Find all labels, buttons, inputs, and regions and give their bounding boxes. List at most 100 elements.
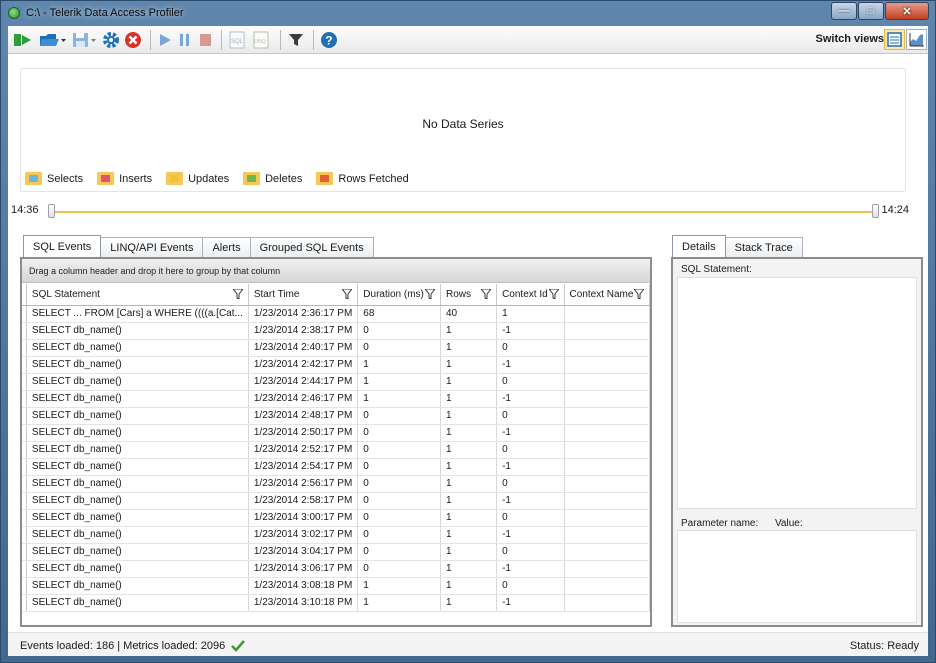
- column-filter-icon[interactable]: [232, 289, 243, 300]
- cell-context-id: -1: [496, 594, 565, 612]
- table-row[interactable]: SELECT db_name() 1/23/2014 3:06:17 PM 0 1 -1: [22, 560, 651, 578]
- column-header-rows[interactable]: Rows: [440, 284, 498, 306]
- cell-start-time: 1/23/2014 3:08:18 PM: [248, 577, 359, 595]
- timeline-track[interactable]: [50, 211, 876, 213]
- timeline-start-handle[interactable]: [48, 204, 55, 218]
- column-filter-icon[interactable]: [481, 289, 492, 300]
- tab-stack-trace[interactable]: Stack Trace: [724, 237, 803, 257]
- column-header-start-time[interactable]: Start Time: [248, 284, 359, 306]
- column-header-label: Rows: [445, 288, 471, 300]
- svg-text:?: ?: [325, 33, 332, 47]
- table-row[interactable]: SELECT db_name() 1/23/2014 3:02:17 PM 0 1 -1: [22, 526, 651, 544]
- group-by-panel[interactable]: Drag a column header and drop it here to…: [22, 259, 650, 283]
- cell-start-time: 1/23/2014 3:04:17 PM: [248, 543, 359, 561]
- play-button[interactable]: [156, 29, 174, 51]
- column-filter-icon[interactable]: [634, 289, 644, 300]
- app-window: C:\ - Telerik Data Access Profiler — □ ✕: [0, 0, 936, 663]
- cell-start-time: 1/23/2014 2:38:17 PM: [248, 322, 359, 340]
- legend-item-deletes[interactable]: Deletes: [243, 172, 302, 185]
- chart-view-button[interactable]: [906, 29, 927, 50]
- cell-rows: 1: [440, 509, 498, 527]
- cell-sql-statement: SELECT db_name(): [26, 407, 249, 425]
- column-filter-icon[interactable]: [424, 289, 435, 300]
- tab-grouped-sql-events[interactable]: Grouped SQL Events: [249, 237, 374, 257]
- cell-start-time: 1/23/2014 3:00:17 PM: [248, 509, 359, 527]
- sql-view-button[interactable]: SQL: [227, 29, 249, 51]
- table-row[interactable]: SELECT db_name() 1/23/2014 2:46:17 PM 1 1 -1: [22, 390, 651, 408]
- cell-sql-statement: SELECT db_name(): [26, 475, 249, 493]
- events-table-body: SELECT ... FROM [Cars] a WHERE ((((a.[Ca…: [22, 305, 651, 612]
- legend-item-rows-fetched[interactable]: Rows Fetched: [316, 172, 409, 185]
- stop-button[interactable]: [196, 29, 214, 51]
- table-row[interactable]: SELECT db_name() 1/23/2014 2:44:17 PM 1 1 0: [22, 373, 651, 391]
- status-bar: Events loaded: 186 | Metrics loaded: 209…: [8, 632, 928, 656]
- cell-duration: 0: [357, 509, 441, 527]
- cell-context-id: 0: [496, 407, 565, 425]
- help-button[interactable]: ?: [319, 29, 339, 51]
- legend-label: Selects: [47, 172, 84, 185]
- table-row[interactable]: SELECT db_name() 1/23/2014 3:10:18 PM 1 1 -1: [22, 594, 651, 612]
- list-view-button[interactable]: [884, 29, 905, 50]
- timeline-end-handle[interactable]: [872, 204, 879, 218]
- maximize-button[interactable]: □: [858, 2, 884, 20]
- column-header-duration[interactable]: Duration (ms): [357, 284, 441, 306]
- tab-alerts[interactable]: Alerts: [202, 237, 251, 257]
- minimize-button[interactable]: —: [831, 2, 857, 20]
- cell-rows: 1: [440, 475, 498, 493]
- table-row[interactable]: SELECT db_name() 1/23/2014 2:54:17 PM 0 1 -1: [22, 458, 651, 476]
- table-row[interactable]: SELECT db_name() 1/23/2014 2:56:17 PM 0 1 0: [22, 475, 651, 493]
- cell-context-name: [564, 543, 651, 561]
- table-row[interactable]: SELECT db_name() 1/23/2014 2:52:17 PM 0 1 0: [22, 441, 651, 459]
- parameters-list[interactable]: [677, 530, 917, 623]
- table-row[interactable]: SELECT db_name() 1/23/2014 2:42:17 PM 1 1 -1: [22, 356, 651, 374]
- open-button[interactable]: [37, 29, 69, 51]
- sql-statement-textbox[interactable]: [677, 277, 917, 509]
- table-row[interactable]: SELECT db_name() 1/23/2014 2:38:17 PM 0 1 -1: [22, 322, 651, 340]
- table-row[interactable]: SELECT db_name() 1/23/2014 2:50:17 PM 0 1 -1: [22, 424, 651, 442]
- table-row[interactable]: SELECT db_name() 1/23/2014 3:00:17 PM 0 1 0: [22, 509, 651, 527]
- legend-item-updates[interactable]: Updates: [166, 172, 229, 185]
- cell-rows: 1: [440, 407, 498, 425]
- save-button[interactable]: [71, 29, 99, 51]
- column-header-context-name[interactable]: Context Name: [564, 284, 651, 306]
- filter-icon: [289, 33, 303, 46]
- connect-button[interactable]: [11, 29, 35, 51]
- toolbar-separator: [221, 29, 222, 50]
- table-row[interactable]: SELECT db_name() 1/23/2014 2:58:17 PM 0 1 -1: [22, 492, 651, 510]
- cancel-button[interactable]: [123, 29, 143, 51]
- column-header-context-id[interactable]: Context Id: [496, 284, 565, 306]
- column-filter-icon[interactable]: [548, 289, 559, 300]
- status-ready-text: Status: Ready: [849, 640, 919, 652]
- table-row[interactable]: SELECT ... FROM [Cars] a WHERE ((((a.[Ca…: [22, 305, 651, 323]
- cell-context-name: [564, 390, 651, 408]
- toolbar-separator: [313, 29, 314, 50]
- legend-swatch: [316, 172, 334, 185]
- cell-context-name: [564, 373, 651, 391]
- linq-view-button[interactable]: LINQ: [251, 29, 273, 51]
- legend-item-selects[interactable]: Selects: [25, 172, 83, 185]
- close-window-button[interactable]: ✕: [885, 2, 929, 20]
- cell-duration: 0: [357, 526, 441, 544]
- settings-button[interactable]: [101, 29, 121, 51]
- filter-button[interactable]: [286, 29, 306, 51]
- cell-sql-statement: SELECT db_name(): [26, 492, 249, 510]
- legend-swatch: [97, 172, 115, 185]
- table-row[interactable]: SELECT db_name() 1/23/2014 3:08:18 PM 1 1 0: [22, 577, 651, 595]
- cell-rows: 1: [440, 356, 498, 374]
- cell-start-time: 1/23/2014 2:42:17 PM: [248, 356, 359, 374]
- pause-button[interactable]: [176, 29, 194, 51]
- tab-linq-api-events[interactable]: LINQ/API Events: [100, 237, 204, 257]
- table-row[interactable]: SELECT db_name() 1/23/2014 2:40:17 PM 0 1 0: [22, 339, 651, 357]
- cell-rows: 1: [440, 492, 498, 510]
- metrics-chart: No Data Series Selects Inserts Updates D…: [20, 68, 906, 192]
- tab-details[interactable]: Details: [672, 235, 726, 257]
- cell-context-id: -1: [496, 526, 565, 544]
- cell-rows: 1: [440, 441, 498, 459]
- tab-sql-events[interactable]: SQL Events: [23, 235, 102, 257]
- column-header-sql-statement[interactable]: SQL Statement: [26, 284, 249, 306]
- table-row[interactable]: SELECT db_name() 1/23/2014 2:48:17 PM 0 1 0: [22, 407, 651, 425]
- table-row[interactable]: SELECT db_name() 1/23/2014 3:04:17 PM 0 1 0: [22, 543, 651, 561]
- cell-context-id: 0: [496, 373, 565, 391]
- legend-item-inserts[interactable]: Inserts: [97, 172, 152, 185]
- column-filter-icon[interactable]: [342, 289, 353, 300]
